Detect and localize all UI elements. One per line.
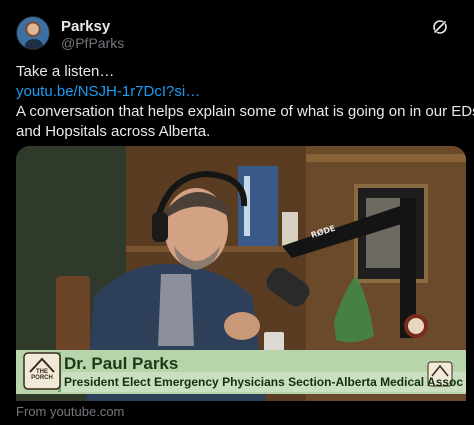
card-source[interactable]: From youtube.com: [16, 404, 124, 419]
lower-third-title: President Elect Emergency Physicians Sec…: [64, 375, 464, 389]
grok-icon[interactable]: [432, 19, 448, 35]
show-logo: THE PORCH: [31, 369, 53, 381]
video-card[interactable]: RØDE THE PORCH Dr. Paul Parks President …: [16, 146, 466, 401]
lower-third-name: Dr. Paul Parks: [64, 354, 179, 373]
tweet-line: and Hopsitals across Alberta.: [16, 123, 211, 140]
author-display-name[interactable]: Parksy: [61, 18, 110, 35]
author-handle[interactable]: @PfParks: [61, 35, 124, 51]
avatar[interactable]: [16, 16, 50, 50]
tweet-body: Take a listen… youtu.be/NSJH-1r7DcI?si… …: [16, 62, 474, 142]
tweet-line: A conversation that helps explain some o…: [16, 103, 474, 120]
tweet-link[interactable]: youtu.be/NSJH-1r7DcI?si…: [16, 82, 460, 102]
tweet-line: Take a listen…: [16, 63, 115, 80]
tweet-header: Parksy @PfParks: [16, 14, 458, 52]
